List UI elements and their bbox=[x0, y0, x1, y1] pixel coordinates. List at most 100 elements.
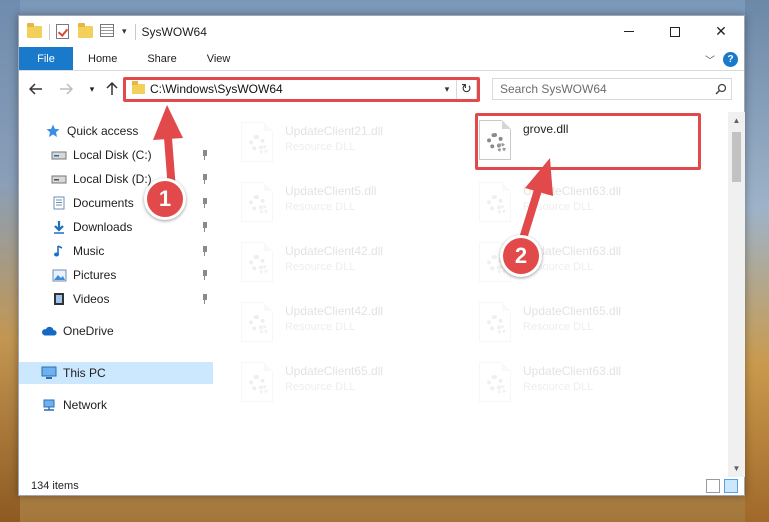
sidebar-item-label: Downloads bbox=[73, 220, 133, 234]
search-input[interactable]: Search SysWOW64 bbox=[492, 78, 732, 100]
window-title: SysWOW64 bbox=[141, 24, 207, 39]
sidebar-item-label: Videos bbox=[73, 292, 110, 306]
tab-view[interactable]: View bbox=[192, 47, 246, 70]
search-icon[interactable] bbox=[711, 83, 731, 95]
list-item[interactable]: UpdateClient42.dll Resource DLL bbox=[219, 298, 449, 352]
address-bar-highlight bbox=[123, 77, 480, 102]
list-item[interactable]: UpdateClient21.dll Resource DLL bbox=[219, 118, 449, 172]
toolbar-dropdown-icon[interactable]: ▾ bbox=[122, 26, 127, 37]
sidebar-item-label: This PC bbox=[63, 366, 106, 380]
sidebar-item-label: Pictures bbox=[73, 268, 117, 282]
pin-icon[interactable] bbox=[201, 294, 209, 304]
sidebar-item-label: Music bbox=[73, 244, 105, 258]
tab-share[interactable]: Share bbox=[132, 47, 191, 70]
file-type: Resource DLL bbox=[285, 141, 356, 153]
back-arrow-icon[interactable] bbox=[27, 80, 45, 98]
list-item[interactable]: UpdateClient65.dll Resource DLL bbox=[219, 358, 449, 412]
file-type: Resource DLL bbox=[285, 321, 356, 333]
step-badge-1: 1 bbox=[144, 178, 186, 220]
sidebar-item-label: Quick access bbox=[67, 124, 139, 138]
vertical-scrollbar[interactable]: ▲ ▼ bbox=[728, 112, 745, 477]
minimize-icon bbox=[624, 31, 634, 32]
pin-icon[interactable] bbox=[201, 270, 209, 280]
step-badge-2: 2 bbox=[500, 235, 542, 277]
list-item[interactable]: UpdateClient65.dll Resource DLL bbox=[457, 298, 687, 352]
dll-file-icon bbox=[241, 122, 273, 162]
sidebar-item-local-disk-c[interactable]: Local Disk (C:) bbox=[19, 144, 213, 166]
scroll-up-icon[interactable]: ▲ bbox=[728, 112, 745, 129]
cloud-icon bbox=[41, 324, 57, 338]
sidebar-item-label: OneDrive bbox=[63, 324, 114, 338]
status-bar: 134 items bbox=[19, 477, 744, 495]
customize-toolbar-icon[interactable] bbox=[100, 23, 116, 40]
title-bar: ▾ SysWOW64 ✕ bbox=[19, 16, 744, 47]
scrollbar-thumb[interactable] bbox=[732, 132, 741, 182]
file-type: Resource DLL bbox=[523, 321, 594, 333]
sidebar-item-pictures[interactable]: Pictures bbox=[19, 264, 213, 286]
sidebar-item-this-pc[interactable]: This PC bbox=[19, 362, 213, 384]
minimize-button[interactable] bbox=[606, 16, 652, 47]
pin-icon[interactable] bbox=[201, 198, 209, 208]
file-type: Resource DLL bbox=[523, 381, 594, 393]
list-item[interactable]: UpdateClient63.dll Resource DLL bbox=[457, 358, 687, 412]
file-name: UpdateClient63.dll bbox=[523, 184, 622, 198]
scroll-down-icon[interactable]: ▼ bbox=[728, 460, 745, 477]
dll-file-icon bbox=[241, 362, 273, 402]
navigation-pane: Quick access Local Disk (C:) Local Disk … bbox=[19, 112, 213, 477]
file-name: UpdateClient5.dll bbox=[285, 184, 377, 198]
desktop-background-left bbox=[0, 0, 20, 522]
sidebar-item-onedrive[interactable]: OneDrive bbox=[19, 320, 213, 342]
sidebar-item-videos[interactable]: Videos bbox=[19, 288, 213, 310]
sidebar-item-quick-access[interactable]: Quick access bbox=[19, 120, 213, 142]
tab-file[interactable]: File bbox=[19, 47, 73, 70]
grove-dll-highlight bbox=[475, 113, 701, 170]
file-name: UpdateClient42.dll bbox=[285, 244, 384, 258]
close-button[interactable]: ✕ bbox=[698, 16, 744, 47]
dll-file-icon bbox=[479, 302, 511, 342]
pin-icon[interactable] bbox=[201, 246, 209, 256]
desktop-background-right bbox=[745, 0, 769, 522]
sidebar-item-label: Documents bbox=[73, 196, 134, 210]
help-icon[interactable]: ? bbox=[723, 51, 738, 67]
drive-icon bbox=[51, 148, 67, 162]
large-icons-view-icon[interactable] bbox=[724, 479, 738, 493]
sidebar-item-local-disk-d[interactable]: Local Disk (D:) bbox=[19, 168, 213, 190]
videos-icon bbox=[51, 292, 67, 306]
sidebar-item-label: Local Disk (C:) bbox=[73, 148, 152, 162]
new-folder-icon[interactable] bbox=[78, 22, 94, 40]
star-icon bbox=[45, 124, 61, 138]
list-item[interactable]: UpdateClient42.dll Resource DLL bbox=[219, 238, 449, 292]
maximize-button[interactable] bbox=[652, 16, 698, 47]
quick-access-toolbar: ▾ SysWOW64 bbox=[19, 16, 207, 47]
sidebar-item-label: Local Disk (D:) bbox=[73, 172, 152, 186]
pin-icon[interactable] bbox=[201, 222, 209, 232]
sidebar-item-network[interactable]: Network bbox=[19, 394, 213, 416]
dll-file-icon bbox=[241, 302, 273, 342]
folder-icon bbox=[27, 22, 43, 40]
list-item[interactable]: UpdateClient63.dll Resource DLL bbox=[457, 178, 687, 232]
pin-icon[interactable] bbox=[201, 174, 209, 184]
documents-icon bbox=[51, 196, 67, 210]
pin-icon[interactable] bbox=[201, 150, 209, 160]
tab-home[interactable]: Home bbox=[73, 47, 132, 70]
forward-arrow-icon[interactable] bbox=[57, 80, 75, 98]
properties-check-icon[interactable] bbox=[56, 23, 72, 40]
details-view-icon[interactable] bbox=[706, 479, 720, 493]
sidebar-item-label: Network bbox=[63, 398, 108, 412]
file-name: UpdateClient42.dll bbox=[285, 304, 384, 318]
view-toggles bbox=[702, 479, 738, 493]
list-item[interactable]: UpdateClient63.dll Resource DLL bbox=[457, 238, 687, 292]
expand-ribbon-chevron-icon[interactable]: ﹀ bbox=[697, 52, 723, 67]
sidebar-item-downloads[interactable]: Downloads bbox=[19, 216, 213, 238]
dll-file-icon bbox=[241, 242, 273, 282]
dll-file-icon bbox=[479, 362, 511, 402]
up-arrow-icon[interactable] bbox=[103, 80, 121, 98]
file-name: UpdateClient21.dll bbox=[285, 124, 384, 138]
music-icon bbox=[51, 244, 67, 258]
window-controls: ✕ bbox=[606, 16, 744, 47]
sidebar-item-music[interactable]: Music bbox=[19, 240, 213, 262]
recent-locations-dropdown-icon[interactable]: ▾ bbox=[83, 80, 101, 98]
list-item[interactable]: UpdateClient5.dll Resource DLL bbox=[219, 178, 449, 232]
file-explorer-window: ▾ SysWOW64 ✕ File Home Share View ﹀ ? ▾ bbox=[18, 15, 745, 496]
pictures-icon bbox=[51, 268, 67, 282]
